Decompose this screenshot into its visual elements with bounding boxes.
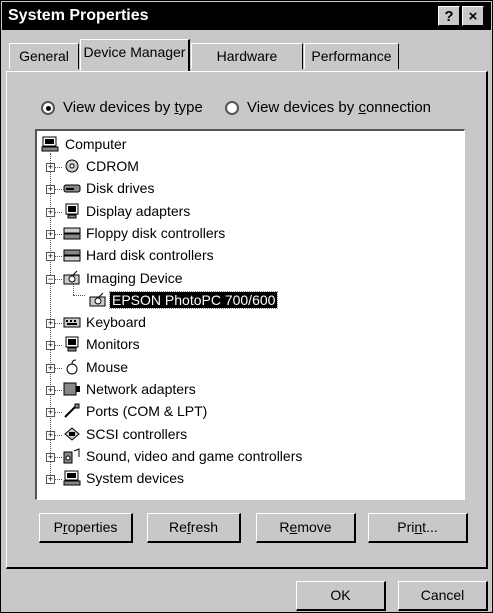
expand-icon[interactable]: + [46, 452, 55, 462]
tree-item-label: EPSON PhotoPC 700/600 [108, 290, 279, 309]
floppy-controller-icon [63, 225, 81, 241]
port-icon [63, 403, 81, 419]
tree-item-label: Disk drives [86, 180, 155, 197]
expand-icon[interactable]: + [46, 363, 55, 373]
computer-icon [63, 470, 81, 486]
camera-icon [89, 292, 107, 308]
properties-button[interactable]: Properties [39, 513, 133, 543]
tree-item-label: Ports (COM & LPT) [86, 403, 208, 420]
tree-item-label: Sound, video and game controllers [86, 447, 303, 464]
tree-item-label: CDROM [86, 158, 139, 174]
expand-icon[interactable]: + [46, 252, 55, 262]
monitor-icon [63, 336, 81, 352]
tree-item-label: SCSI controllers [86, 425, 188, 442]
system-properties-window: System Properties ? × General Device Man… [0, 0, 493, 613]
monitor-icon [63, 203, 81, 219]
cdrom-icon [63, 158, 81, 174]
radio-unselected-icon [225, 101, 239, 115]
window-title: System Properties [8, 7, 149, 24]
expand-icon[interactable]: + [46, 207, 55, 217]
tab-performance[interactable]: Performance [304, 43, 399, 69]
hard-disk-controller-icon [63, 247, 81, 263]
tab-device-manager[interactable]: Device Manager [80, 39, 190, 71]
refresh-button[interactable]: Refresh [147, 513, 241, 543]
radio-selected-icon [41, 101, 55, 115]
ok-button[interactable]: OK [296, 581, 386, 611]
keyboard-icon [63, 314, 81, 330]
network-adapter-icon [63, 381, 81, 397]
disk-drive-icon [63, 180, 81, 196]
expand-icon[interactable]: + [46, 163, 55, 172]
tree-item-label: Monitors [86, 336, 140, 353]
tree-item-label: Keyboard [86, 314, 146, 331]
sound-icon [63, 448, 81, 464]
device-tree[interactable]: Computer + CDROM + Disk drives + Display adap… [35, 129, 465, 500]
tab-hardware-profiles[interactable]: Hardware Profiles [191, 43, 303, 88]
cancel-button[interactable]: Cancel [398, 581, 488, 611]
tree-item-label: System devices [86, 470, 185, 487]
tree-item-label: Imaging Device [86, 269, 183, 286]
expand-icon[interactable]: + [46, 430, 55, 440]
expand-icon[interactable]: + [46, 185, 55, 195]
computer-icon [41, 136, 59, 152]
tree-item-label: Display adapters [86, 202, 191, 219]
expand-icon[interactable]: + [46, 386, 55, 395]
close-button[interactable]: × [462, 6, 484, 26]
mouse-icon [63, 359, 81, 375]
camera-icon [63, 270, 81, 286]
expand-icon[interactable]: + [46, 229, 55, 239]
scsi-icon [63, 426, 81, 442]
help-button[interactable]: ? [438, 6, 460, 26]
tree-item-label: Hard disk controllers [86, 247, 214, 264]
tree-item-label: Floppy disk controllers [86, 224, 226, 241]
collapse-icon[interactable]: − [46, 274, 55, 284]
remove-button[interactable]: Remove [256, 513, 356, 543]
title-bar[interactable]: System Properties ? × [2, 2, 491, 30]
expand-icon[interactable]: + [46, 319, 55, 329]
print-button[interactable]: Print... [368, 513, 468, 543]
expand-icon[interactable]: + [46, 408, 55, 418]
expand-icon[interactable]: + [46, 475, 55, 485]
expand-icon[interactable]: + [46, 341, 55, 351]
tree-item-label: Mouse [86, 358, 129, 375]
tree-item-label: Network adapters [86, 381, 196, 397]
tab-general[interactable]: General [9, 43, 79, 69]
